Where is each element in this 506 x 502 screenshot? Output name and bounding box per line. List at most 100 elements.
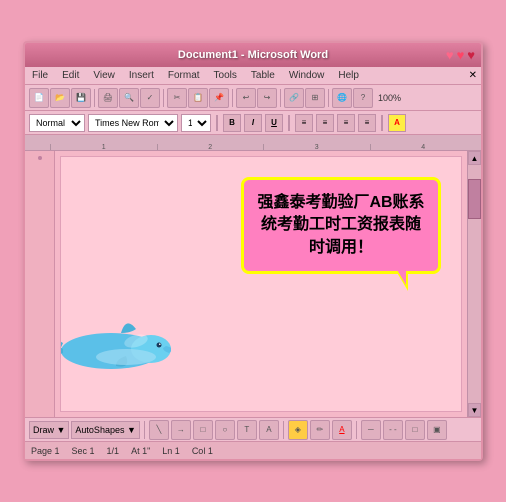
scrollbar-track [468, 219, 481, 403]
scrollbar-thumb[interactable] [468, 179, 481, 219]
align-center-btn[interactable]: ≡ [316, 114, 334, 132]
font-select[interactable]: Times New Roman [88, 114, 178, 132]
textbox-btn[interactable]: T [237, 420, 257, 440]
document-area: 强鑫泰考勤验厂AB账系统考勤工时工资报表随时调用！ [25, 151, 481, 417]
undo-btn[interactable]: ↩ [236, 88, 256, 108]
oval-btn[interactable]: ○ [215, 420, 235, 440]
style-select[interactable]: Normal [29, 114, 85, 132]
scrollbar-down-arrow[interactable]: ▼ [468, 403, 481, 417]
page-content[interactable]: 强鑫泰考勤验厂AB账系统考勤工时工资报表随时调用！ [60, 156, 462, 412]
spell-btn[interactable]: ✓ [140, 88, 160, 108]
fillcolor-btn[interactable]: ◈ [288, 420, 308, 440]
format-sep3 [381, 115, 383, 131]
menu-window[interactable]: Window [286, 69, 328, 82]
draw-toolbar: Draw ▼ AutoShapes ▼ ╲ → □ ○ T A ◈ ✏ A ─ … [25, 417, 481, 441]
margin-mark [38, 156, 42, 160]
italic-btn[interactable]: I [244, 114, 262, 132]
align-left-btn[interactable]: ≡ [295, 114, 313, 132]
draw-sep [144, 421, 145, 439]
paste-btn[interactable]: 📌 [209, 88, 229, 108]
toolbar-sep-4 [280, 89, 281, 107]
line-btn[interactable]: ╲ [149, 420, 169, 440]
zoom-btn[interactable]: 🌐 [332, 88, 352, 108]
autoshapes-btn[interactable]: AutoShapes ▼ [71, 421, 139, 439]
menu-table[interactable]: Table [248, 69, 278, 82]
title-buttons: ♥ ♥ ♥ [446, 48, 475, 63]
menu-view[interactable]: View [90, 69, 118, 82]
left-margin [25, 151, 55, 417]
dolphin-image [60, 311, 171, 381]
draw-sep2 [283, 421, 284, 439]
toolbar-sep-3 [232, 89, 233, 107]
heart-btn-3[interactable]: ♥ [467, 48, 475, 63]
menu-insert[interactable]: Insert [126, 69, 157, 82]
draw-btn[interactable]: Draw ▼ [29, 421, 69, 439]
status-at: At 1" [131, 446, 150, 456]
heart-btn-1[interactable]: ♥ [446, 48, 454, 63]
preview-btn[interactable]: 🔍 [119, 88, 139, 108]
fontcolor-btn[interactable]: A [332, 420, 352, 440]
formatting-bar: Normal Times New Roman 12 B I U ≡ ≡ ≡ ≡ … [25, 111, 481, 135]
help-btn-toolbar[interactable]: ? [353, 88, 373, 108]
cut-btn[interactable]: ✂ [167, 88, 187, 108]
format-sep [216, 115, 218, 131]
word-window: Document1 - Microsoft Word ♥ ♥ ♥ File Ed… [23, 41, 483, 461]
ruler-mark-3: 3 [263, 144, 370, 150]
menu-file[interactable]: File [29, 69, 51, 82]
chat-bubble-text: 强鑫泰考勤验厂AB账系统考勤工时工资报表随时调用！ [256, 192, 426, 259]
window-title: Document1 - Microsoft Word [178, 49, 328, 61]
menu-format[interactable]: Format [165, 69, 203, 82]
menu-help[interactable]: Help [335, 69, 362, 82]
chat-bubble: 强鑫泰考勤验厂AB账系统考勤工时工资报表随时调用！ [241, 177, 441, 274]
menu-edit[interactable]: Edit [59, 69, 82, 82]
status-page: Page 1 [31, 446, 60, 456]
table-btn[interactable]: ⊞ [305, 88, 325, 108]
status-col: Col 1 [192, 446, 213, 456]
toolbar-sep-1 [94, 89, 95, 107]
open-btn[interactable]: 📂 [50, 88, 70, 108]
status-page-of: 1/1 [107, 446, 120, 456]
close-btn[interactable]: ✕ [469, 70, 477, 81]
wordart-btn[interactable]: A [259, 420, 279, 440]
3d-btn[interactable]: ▣ [427, 420, 447, 440]
lineweight-btn[interactable]: ─ [361, 420, 381, 440]
toolbar: 📄 📂 💾 🖨 🔍 ✓ ✂ 📋 📌 ↩ ↪ 🔗 ⊞ 🌐 ? 100% [25, 85, 481, 111]
ruler-mark-2: 2 [157, 144, 264, 150]
copy-btn[interactable]: 📋 [188, 88, 208, 108]
menubar: File Edit View Insert Format Tools Table… [25, 67, 481, 85]
ruler-mark-4: 4 [370, 144, 477, 150]
heart-btn-2[interactable]: ♥ [457, 48, 465, 63]
status-bar: Page 1 Sec 1 1/1 At 1" Ln 1 Col 1 [25, 441, 481, 459]
highlight-btn[interactable]: A [388, 114, 406, 132]
status-sec: Sec 1 [72, 446, 95, 456]
status-ln: Ln 1 [162, 446, 180, 456]
toolbar-sep-2 [163, 89, 164, 107]
format-sep2 [288, 115, 290, 131]
new-btn[interactable]: 📄 [29, 88, 49, 108]
underline-btn[interactable]: U [265, 114, 283, 132]
print-btn[interactable]: 🖨 [98, 88, 118, 108]
align-right-btn[interactable]: ≡ [337, 114, 355, 132]
shadow-btn[interactable]: □ [405, 420, 425, 440]
align-justify-btn[interactable]: ≡ [358, 114, 376, 132]
title-bar: Document1 - Microsoft Word ♥ ♥ ♥ [25, 43, 481, 67]
draw-sep3 [356, 421, 357, 439]
dash-btn[interactable]: - - [383, 420, 403, 440]
save-btn[interactable]: 💾 [71, 88, 91, 108]
desktop-background: Document1 - Microsoft Word ♥ ♥ ♥ File Ed… [0, 0, 506, 502]
zoom-level: 100% [378, 93, 401, 103]
ruler-body: 1 2 3 4 [50, 134, 476, 150]
scrollbar-right[interactable]: ▲ ▼ [467, 151, 481, 417]
scrollbar-up-arrow[interactable]: ▲ [468, 151, 481, 165]
toolbar-sep-5 [328, 89, 329, 107]
bold-btn[interactable]: B [223, 114, 241, 132]
arrow-btn[interactable]: → [171, 420, 191, 440]
ruler-mark-1: 1 [50, 144, 157, 150]
redo-btn[interactable]: ↪ [257, 88, 277, 108]
ruler: 1 2 3 4 [25, 135, 481, 151]
hyperlink-btn[interactable]: 🔗 [284, 88, 304, 108]
rect-btn[interactable]: □ [193, 420, 213, 440]
fontsize-select[interactable]: 12 [181, 114, 211, 132]
menu-tools[interactable]: Tools [211, 69, 240, 82]
linecolor-btn[interactable]: ✏ [310, 420, 330, 440]
